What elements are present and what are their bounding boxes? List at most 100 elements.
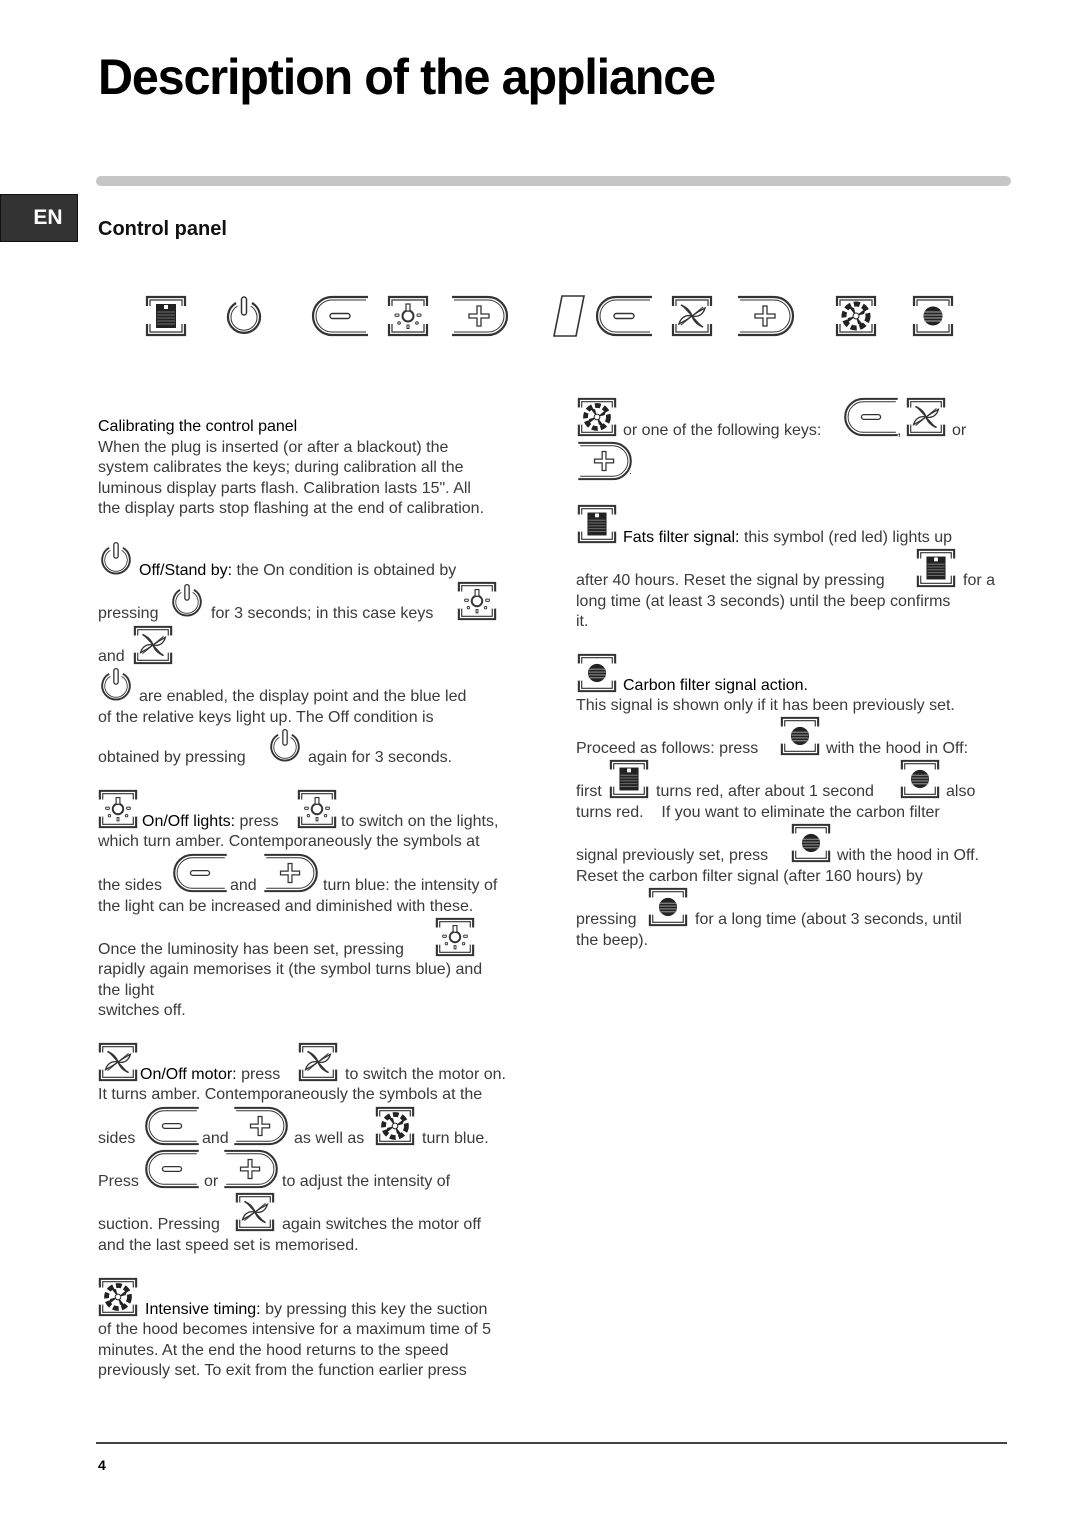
paragraph-text: this symbol (red led) lights up (743, 529, 953, 546)
paragraph-text: , (897, 422, 902, 439)
minus-key-icon (143, 1148, 201, 1190)
minus-key-icon (143, 1105, 201, 1147)
paragraph-text: sides (98, 1130, 136, 1147)
intensive-label: Intensive timing: (145, 1301, 261, 1318)
paragraph-text: or one of the following keys: (623, 422, 822, 439)
section-title: Control panel (98, 218, 227, 240)
paragraph-text: press (239, 813, 279, 830)
plus-key-icon (232, 1105, 290, 1147)
light-icon (296, 788, 338, 830)
paragraph-text: Proceed as follows: press (576, 740, 759, 757)
carbon-filter-icon (899, 758, 941, 800)
carbon-filter-icon (779, 715, 821, 757)
page-title: Description of the appliance (98, 49, 716, 105)
plus-key-icon (576, 440, 634, 482)
minus-key-icon (842, 396, 900, 438)
paragraph-line: the display parts stop flashing at the e… (98, 500, 485, 517)
fats-filter-icon (608, 758, 650, 800)
paragraph-text: minutes. At the end the hood returns to … (98, 1342, 449, 1359)
carbon-label: Carbon filter signal action. (623, 677, 808, 694)
paragraph-text: also (946, 783, 976, 800)
paragraph-text: again switches the motor off (282, 1216, 481, 1233)
paragraph-text: pressing (98, 605, 159, 622)
paragraph-text: and (230, 877, 257, 894)
power-icon (97, 540, 135, 578)
paragraph-text: and (202, 1130, 229, 1147)
intensive-fan-icon (576, 396, 618, 438)
paragraph-text: switches off. (98, 1002, 186, 1019)
paragraph-text: for 3 seconds; in this case keys (211, 605, 434, 622)
intensive-fan-icon (834, 294, 878, 338)
paragraph-text: after 40 hours. Reset the signal by pres… (576, 572, 885, 589)
paragraph-text: the sides (98, 877, 163, 894)
fan-icon (670, 294, 714, 338)
paragraph-text: press (241, 1066, 281, 1083)
paragraph-text: to switch the motor on. (345, 1066, 506, 1083)
paragraph-text: or (952, 422, 967, 439)
paragraph-text: the beep). (576, 932, 649, 949)
paragraph-text: which turn amber. Contemporaneously the … (98, 833, 480, 850)
fan-icon (234, 1191, 276, 1233)
language-tab: EN (0, 194, 78, 242)
plus-key-icon (262, 852, 320, 894)
paragraph-text: the light can be increased and diminishe… (98, 898, 474, 915)
paragraph-text: it. (576, 613, 589, 630)
paragraph-text: . (629, 466, 632, 477)
paragraph-text: for a long time (about 3 seconds, until (695, 911, 962, 928)
paragraph-text: This signal is shown only if it has been… (576, 697, 955, 714)
paragraph-text: are enabled, the display point and the b… (139, 688, 467, 705)
minus-key-icon (310, 294, 370, 338)
paragraph-text: and (98, 648, 125, 665)
paragraph-text: turns red. If you want to eliminate the … (576, 804, 940, 821)
page-number: 4 (98, 1457, 106, 1473)
plus-key-icon (736, 294, 796, 338)
fats-label: Fats filter signal: (623, 529, 740, 546)
carbon-filter-icon (911, 294, 955, 338)
paragraph-text: obtained by pressing (98, 749, 246, 766)
power-icon (97, 666, 135, 704)
fats-filter-icon (144, 294, 188, 338)
footer-rule (96, 1442, 1007, 1444)
paragraph-text: by pressing this key the suction (265, 1301, 488, 1318)
plus-key-icon (450, 294, 510, 338)
light-icon (456, 580, 498, 622)
paragraph-text: Once the luminosity has been set, pressi… (98, 941, 404, 958)
paragraph-text: to switch on the lights, (341, 813, 499, 830)
calibrating-heading: Calibrating the control panel (98, 418, 298, 435)
paragraph-text: as well as (294, 1130, 365, 1147)
paragraph-text: turn blue. (422, 1130, 489, 1147)
paragraph-text: of the relative keys light up. The Off c… (98, 709, 434, 726)
motor-label: On/Off motor: (140, 1066, 237, 1083)
paragraph-text: with the hood in Off. (837, 847, 980, 864)
paragraph-text: signal previously set, press (576, 847, 769, 864)
fan-icon (297, 1041, 339, 1083)
paragraph-text: long time (at least 3 seconds) until the… (576, 593, 951, 610)
intensive-fan-icon (97, 1276, 139, 1318)
intensive-fan-icon (374, 1105, 416, 1147)
paragraph-text: first (576, 783, 602, 800)
paragraph-text: Press (98, 1173, 139, 1190)
paragraph-text: It turns amber. Contemporaneously the sy… (98, 1086, 483, 1103)
fan-icon (132, 624, 174, 666)
fan-icon (97, 1041, 139, 1083)
paragraph-text: to adjust the intensity of (282, 1173, 451, 1190)
header-rule (96, 176, 1011, 186)
plus-key-icon (222, 1148, 280, 1190)
carbon-filter-icon (790, 822, 832, 864)
power-icon (222, 294, 266, 338)
display-icon (552, 294, 586, 338)
paragraph-text: again for 3 seconds. (308, 749, 453, 766)
lights-label: On/Off lights: (142, 813, 236, 830)
light-icon (97, 788, 139, 830)
paragraph-text: pressing (576, 911, 637, 928)
paragraph-text: previously set. To exit from the functio… (98, 1362, 467, 1379)
paragraph-text: the On condition is obtained by (236, 562, 457, 579)
paragraph-text: suction. Pressing (98, 1216, 220, 1233)
carbon-filter-icon (647, 886, 689, 928)
paragraph-line: luminous display parts flash. Calibratio… (98, 480, 471, 497)
power-icon (266, 727, 304, 765)
light-icon (386, 294, 430, 338)
paragraph-text: or (204, 1173, 219, 1190)
fats-filter-icon (915, 547, 957, 589)
paragraph-text: and the last speed set is memorised. (98, 1237, 359, 1254)
